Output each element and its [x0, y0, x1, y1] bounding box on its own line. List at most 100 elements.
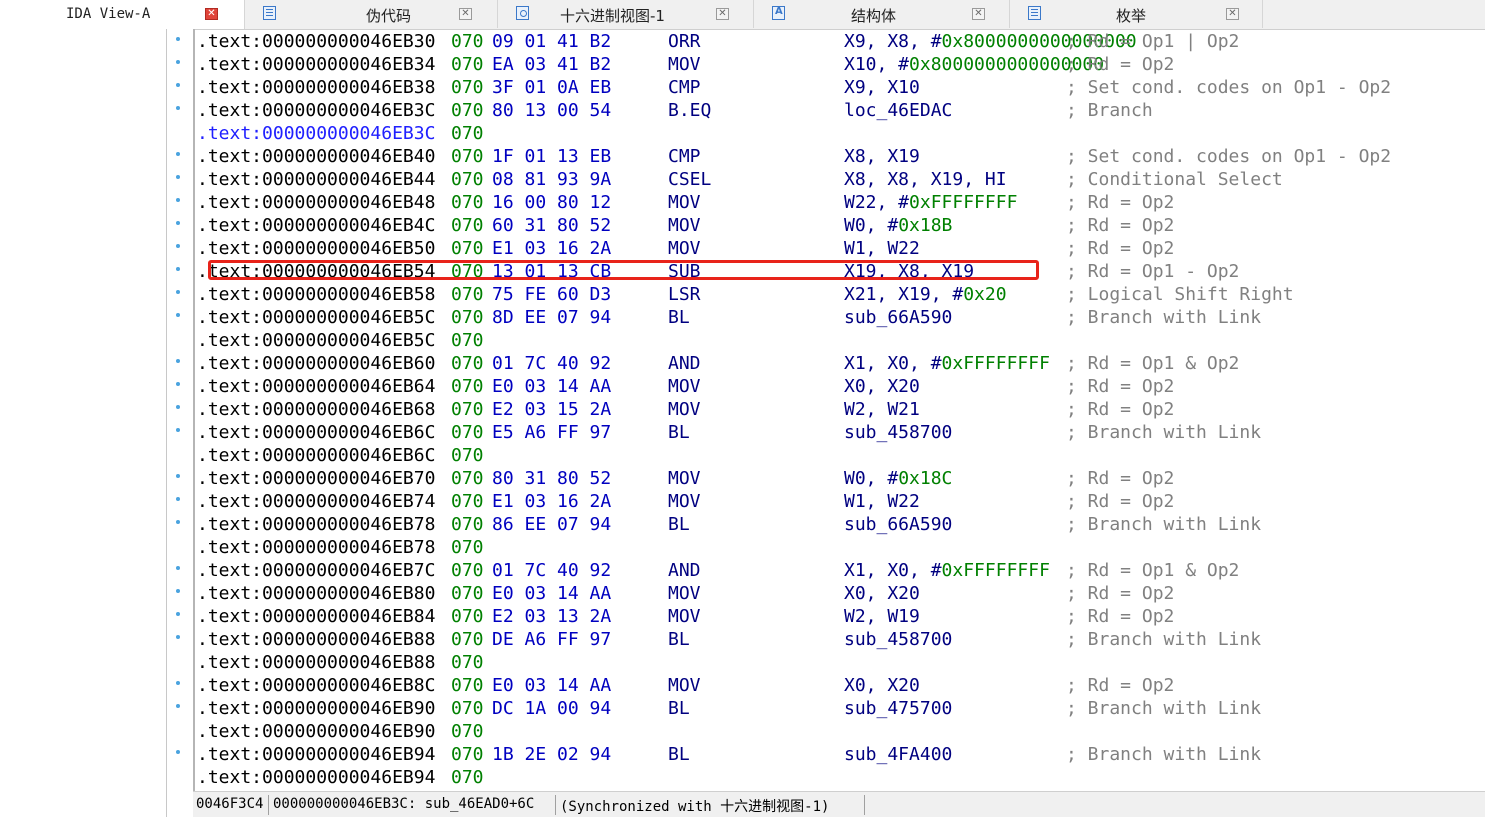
close-icon[interactable]: ✕ [1226, 8, 1239, 20]
instruction-line[interactable]: .text:000000000046EB7C 070 01 7C 40 92 AND X… [197, 559, 1477, 582]
instruction-line[interactable]: .text:000000000046EB50 070 E1 03 16 2A MOV W… [197, 237, 1477, 260]
operand-text: loc_46EDAC [844, 100, 953, 121]
instruction-line[interactable]: .text:000000000046EB60 070 01 7C 40 92 AND X… [197, 352, 1477, 375]
tab-structures[interactable]: 结构体 ✕ [754, 0, 1010, 28]
breakpoint-dot[interactable] [176, 83, 180, 87]
breakpoint-dot[interactable] [176, 405, 180, 409]
breakpoint-dot[interactable] [176, 37, 180, 41]
close-icon[interactable]: ✕ [716, 8, 729, 20]
address: .text:000000000046EB48 [197, 192, 436, 213]
opcode-bytes: EA 03 41 B2 [492, 54, 612, 75]
operands: W2, W19 [844, 605, 920, 628]
close-icon[interactable]: ✕ [459, 8, 472, 20]
operands: sub_66A590 [844, 513, 952, 536]
segment-prefix: 070 [451, 560, 484, 581]
blank-address-line[interactable]: .text:000000000046EB88 070 [197, 651, 1477, 674]
instruction-line[interactable]: .text:000000000046EB38 070 3F 01 0A EB CMP X… [197, 76, 1477, 99]
tab-pseudocode[interactable]: 伪代码 ✕ [245, 0, 498, 28]
instruction-line[interactable]: .text:000000000046EB6C 070 E5 A6 FF 97 BL su… [197, 421, 1477, 444]
breakpoint-dot[interactable] [176, 474, 180, 478]
blank-address-line[interactable]: .text:000000000046EB6C 070 [197, 444, 1477, 467]
breakpoint-dot[interactable] [176, 175, 180, 179]
breakpoint-dot[interactable] [176, 589, 180, 593]
operands: X0, X20 [844, 582, 920, 605]
segment-prefix: 070 [451, 629, 484, 650]
instruction-line[interactable]: .text:000000000046EB34 070 EA 03 41 B2 MOV X… [197, 53, 1477, 76]
instruction-line[interactable]: .text:000000000046EB4C 070 60 31 80 52 MOV W… [197, 214, 1477, 237]
operand-text: X0, X20 [844, 675, 920, 696]
comment: ; Branch with Link [1066, 307, 1262, 328]
breakpoint-dot[interactable] [176, 244, 180, 248]
tab-hex-view[interactable]: 十六进制视图-1 ✕ [498, 0, 754, 28]
segment-prefix: 070 [451, 169, 484, 190]
opcode-bytes: 01 7C 40 92 [492, 560, 612, 581]
comment: ; Rd = Op2 [1066, 215, 1175, 236]
breakpoint-dot[interactable] [176, 750, 180, 754]
instruction-line[interactable]: .text:000000000046EB90 070 DC 1A 00 94 BL su… [197, 697, 1477, 720]
breakpoint-dot[interactable] [176, 704, 180, 708]
instruction-line[interactable]: .text:000000000046EB64 070 E0 03 14 AA MOV X… [197, 375, 1477, 398]
breakpoint-dot[interactable] [176, 359, 180, 363]
address: .text:000000000046EB80 [197, 583, 436, 604]
instruction-line[interactable]: .text:000000000046EB44 070 08 81 93 9A CSEL… [197, 168, 1477, 191]
instruction-line[interactable]: .text:000000000046EB58 070 75 FE 60 D3 LSR X… [197, 283, 1477, 306]
instruction-line[interactable]: .text:000000000046EB94 070 1B 2E 02 94 BL su… [197, 743, 1477, 766]
instruction-line[interactable]: .text:000000000046EB68 070 E2 03 15 2A MOV W… [197, 398, 1477, 421]
instruction-line[interactable]: .text:000000000046EB78 070 86 EE 07 94 BL su… [197, 513, 1477, 536]
segment-prefix: 070 [451, 100, 484, 121]
breakpoint-dot[interactable] [176, 313, 180, 317]
instruction-line[interactable]: .text:000000000046EB48 070 16 00 80 12 MOV W… [197, 191, 1477, 214]
instruction-line[interactable]: .text:000000000046EB84 070 E2 03 13 2A MOV W… [197, 605, 1477, 628]
breakpoint-dot[interactable] [176, 198, 180, 202]
segment-prefix: 070 [451, 330, 484, 351]
operands: sub_4FA400 [844, 743, 952, 766]
instruction-line[interactable]: .text:000000000046EB5C 070 8D EE 07 94 BL su… [197, 306, 1477, 329]
instruction-line[interactable]: .text:000000000046EB30 070 09 01 41 B2 ORR X… [197, 30, 1477, 53]
mnemonic: LSR [668, 284, 701, 305]
blank-address-line[interactable]: .text:000000000046EB90 070 [197, 720, 1477, 743]
mnemonic: BL [668, 744, 690, 765]
breakpoint-dot[interactable] [176, 566, 180, 570]
operands: W2, W21 [844, 398, 920, 421]
breakpoint-dot[interactable] [176, 612, 180, 616]
opcode-bytes: DC 1A 00 94 [492, 698, 612, 719]
status-separator [555, 795, 556, 815]
instruction-line[interactable]: .text:000000000046EB88 070 DE A6 FF 97 BL su… [197, 628, 1477, 651]
tab-ida-view-a[interactable]: IDA View-A ✕ [0, 0, 245, 29]
blank-address-line[interactable]: .text:000000000046EB5C 070 [197, 329, 1477, 352]
opcode-bytes: 16 00 80 12 [492, 192, 612, 213]
operand-text: sub_458700 [844, 422, 953, 443]
breakpoint-dot[interactable] [176, 106, 180, 110]
operand-text: X1, X0, # [844, 560, 942, 581]
mnemonic: MOV [668, 468, 701, 489]
breakpoint-dot[interactable] [176, 635, 180, 639]
breakpoint-dot[interactable] [176, 267, 180, 271]
breakpoint-dot[interactable] [176, 497, 180, 501]
instruction-line[interactable]: .text:000000000046EB40 070 1F 01 13 EB CMP X… [197, 145, 1477, 168]
breakpoint-dot[interactable] [176, 60, 180, 64]
blank-address-line[interactable]: .text:000000000046EB3C 070 [197, 122, 1477, 145]
status-file-offset: 0046F3C4 [196, 796, 264, 812]
segment-prefix: 070 [451, 698, 484, 719]
close-icon[interactable]: ✕ [205, 8, 218, 20]
close-icon[interactable]: ✕ [972, 8, 985, 20]
breakpoint-dot[interactable] [176, 152, 180, 156]
address: .text:000000000046EB34 [197, 54, 436, 75]
tab-label: 结构体 [851, 7, 897, 25]
comment: ; Rd = Op2 [1066, 491, 1175, 512]
breakpoint-dot[interactable] [176, 520, 180, 524]
breakpoint-dot[interactable] [176, 290, 180, 294]
breakpoint-dot[interactable] [176, 221, 180, 225]
breakpoint-dot[interactable] [176, 681, 180, 685]
instruction-line[interactable]: .text:000000000046EB8C 070 E0 03 14 AA MOV X… [197, 674, 1477, 697]
structures-icon [772, 6, 785, 20]
breakpoint-dot[interactable] [176, 428, 180, 432]
blank-address-line[interactable]: .text:000000000046EB78 070 [197, 536, 1477, 559]
tab-enums[interactable]: 枚举 ✕ [1010, 0, 1263, 28]
instruction-line[interactable]: .text:000000000046EB80 070 E0 03 14 AA MOV X… [197, 582, 1477, 605]
instruction-line[interactable]: .text:000000000046EB74 070 E1 03 16 2A MOV W… [197, 490, 1477, 513]
blank-address-line[interactable]: .text:000000000046EB94 070 [197, 766, 1477, 789]
breakpoint-dot[interactable] [176, 382, 180, 386]
instruction-line[interactable]: .text:000000000046EB70 070 80 31 80 52 MOV W… [197, 467, 1477, 490]
instruction-line[interactable]: .text:000000000046EB3C 070 80 13 00 54 B.EQ… [197, 99, 1477, 122]
